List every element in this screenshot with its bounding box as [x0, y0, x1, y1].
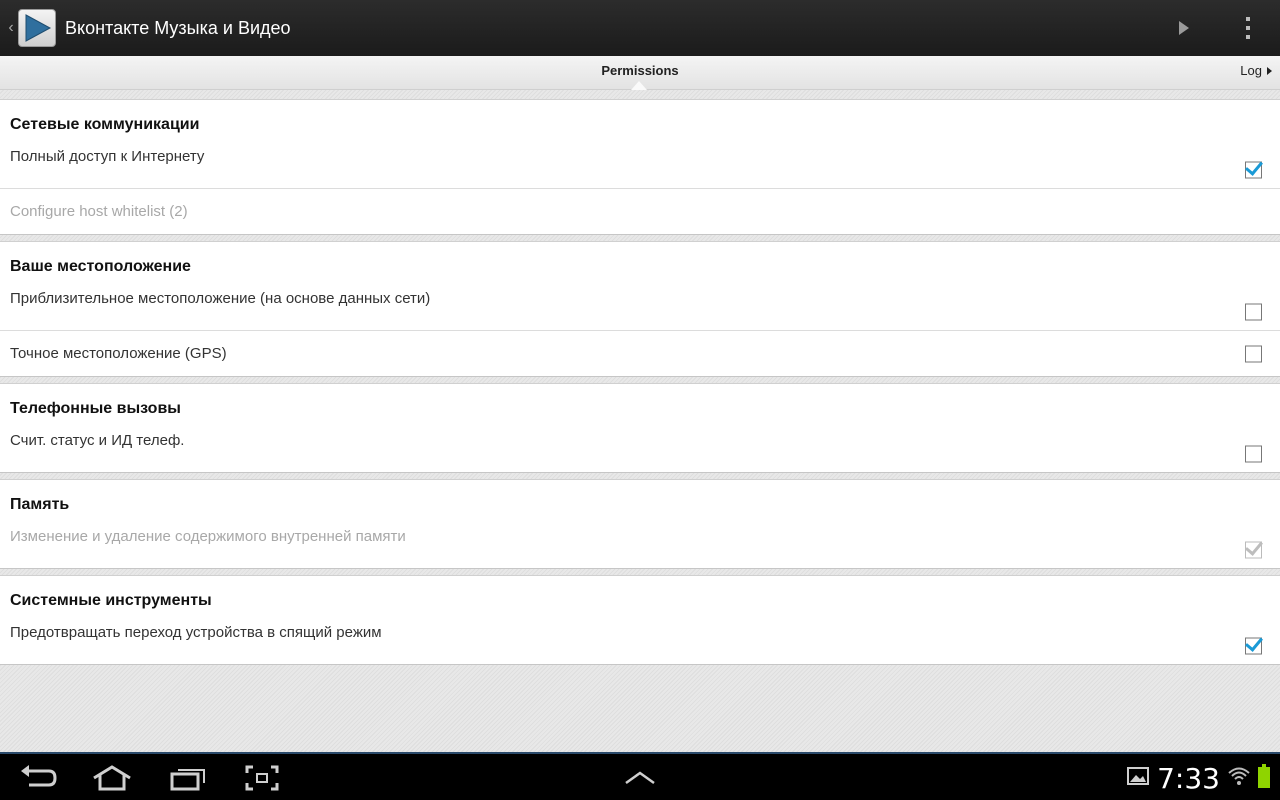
- group-header: Системные инструменты: [10, 592, 212, 609]
- configure-whitelist-label: Configure host whitelist (2): [10, 203, 188, 220]
- group-header: Сетевые коммуникации: [10, 116, 200, 133]
- permission-group: Сетевые коммуникации Полный доступ к Инт…: [0, 99, 1280, 235]
- permission-group: Память Изменение и удаление содержимого …: [0, 479, 1280, 569]
- overflow-menu-icon[interactable]: [1216, 0, 1280, 56]
- permission-label: Изменение и удаление содержимого внутрен…: [10, 528, 406, 545]
- permission-label: Точное местоположение (GPS): [10, 345, 227, 362]
- permission-label: Приблизительное местоположение (на основ…: [10, 290, 431, 307]
- permission-label: Полный доступ к Интернету: [10, 148, 205, 165]
- recent-apps-icon[interactable]: [168, 764, 208, 792]
- chevron-right-icon: [1267, 66, 1272, 75]
- permission-checkbox[interactable]: [1245, 345, 1262, 362]
- permission-group: Системные инструменты Предотвращать пере…: [0, 575, 1280, 665]
- permission-row[interactable]: Предотвращать переход устройства в спящи…: [0, 620, 1280, 664]
- permission-row[interactable]: Приблизительное местоположение (на основ…: [0, 286, 1280, 330]
- up-caret-icon[interactable]: ‹: [4, 19, 18, 37]
- configure-whitelist-row[interactable]: Configure host whitelist (2): [0, 188, 1280, 234]
- permission-group: Телефонные вызовы Счит. статус и ИД теле…: [0, 383, 1280, 473]
- tab-strip: Permissions Log: [0, 56, 1280, 90]
- app-title: Вконтакте Музыка и Видео: [65, 17, 291, 38]
- group-header: Телефонные вызовы: [10, 400, 181, 417]
- back-icon[interactable]: [18, 764, 58, 792]
- permissions-list: Сетевые коммуникации Полный доступ к Инт…: [0, 90, 1280, 752]
- system-bar: 7:33: [0, 752, 1280, 800]
- gallery-notification-icon[interactable]: [1127, 766, 1150, 790]
- permission-checkbox: [1245, 541, 1262, 559]
- permission-row[interactable]: Полный доступ к Интернету: [0, 144, 1280, 188]
- group-header: Ваше местоположение: [10, 258, 191, 275]
- play-app-icon[interactable]: [18, 9, 56, 47]
- tab-log-label: Log: [1240, 63, 1262, 78]
- permission-row: Изменение и удаление содержимого внутрен…: [0, 524, 1280, 568]
- clock: 7:33: [1157, 761, 1220, 795]
- permission-label: Предотвращать переход устройства в спящи…: [10, 624, 382, 641]
- wifi-icon: [1228, 765, 1250, 792]
- battery-icon: [1258, 763, 1270, 793]
- permission-checkbox[interactable]: [1245, 637, 1262, 655]
- permission-row[interactable]: Точное местоположение (GPS): [0, 330, 1280, 376]
- screenshot-icon[interactable]: [242, 764, 282, 792]
- tab-indicator: [631, 81, 647, 90]
- tab-permissions[interactable]: Permissions: [0, 63, 1280, 78]
- action-bar: ‹ Вконтакте Музыка и Видео: [0, 0, 1280, 56]
- permission-checkbox[interactable]: [1245, 303, 1262, 321]
- tab-log[interactable]: Log: [1240, 63, 1272, 78]
- group-header: Память: [10, 496, 70, 513]
- permission-group: Ваше местоположение Приблизительное мест…: [0, 241, 1280, 377]
- permission-row[interactable]: Счит. статус и ИД телеф.: [0, 428, 1280, 472]
- up-chevron-icon[interactable]: [620, 764, 660, 792]
- permission-checkbox[interactable]: [1245, 445, 1262, 463]
- home-icon[interactable]: [92, 764, 132, 792]
- permission-label: Счит. статус и ИД телеф.: [10, 432, 185, 449]
- status-area: 7:33: [1127, 760, 1270, 796]
- play-icon[interactable]: [1152, 0, 1216, 56]
- permission-checkbox[interactable]: [1245, 161, 1262, 179]
